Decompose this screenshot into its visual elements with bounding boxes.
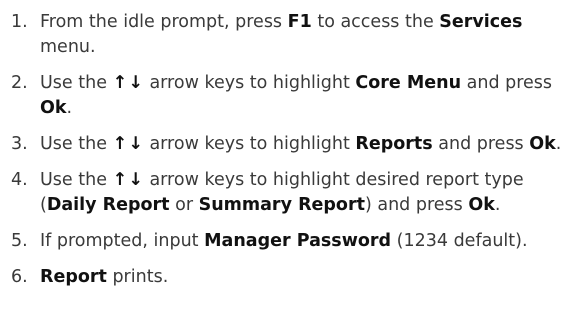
key-term: Services — [439, 12, 523, 32]
step-text: Use the ↑↓ arrow keys to highlight desir… — [40, 170, 524, 215]
step-text-run: menu. — [40, 37, 96, 57]
step-text-run: . — [494, 195, 501, 215]
step-item: 2. Use the ↑↓ arrow keys to highlight Cor… — [0, 71, 575, 121]
step-text-run: arrow keys to highlight — [143, 73, 356, 93]
step-text-run: prints. — [106, 267, 169, 287]
step-item: 1. From the idle prompt, press F1 to acce… — [0, 10, 575, 60]
step-item: 5. If prompted, input Manager Password (1… — [0, 229, 575, 254]
step-item: 6. Report prints. — [0, 265, 575, 290]
step-text-run: or — [169, 195, 199, 215]
step-text-run: (1234 default). — [391, 231, 528, 251]
step-text-run: From the idle prompt, press — [40, 12, 288, 32]
step-text: Report prints. — [40, 267, 168, 287]
step-text-run: . — [555, 134, 562, 154]
step-text: If prompted, input Manager Password (123… — [40, 231, 528, 251]
up-down-arrow-keys-icon: ↑↓ — [112, 73, 144, 93]
key-term: F1 — [287, 12, 312, 32]
step-text-run: ) and press — [364, 195, 469, 215]
step-text-run: Use the — [40, 73, 113, 93]
step-item: 4. Use the ↑↓ arrow keys to highlight des… — [0, 168, 575, 218]
step-text: Use the ↑↓ arrow keys to highlight Repor… — [40, 134, 561, 154]
instruction-steps-list: 1. From the idle prompt, press F1 to acce… — [0, 0, 581, 290]
step-text-run: and press — [461, 73, 553, 93]
up-down-arrow-keys-icon: ↑↓ — [112, 170, 144, 190]
step-number: 3. — [11, 134, 28, 154]
up-down-arrow-keys-icon: ↑↓ — [112, 134, 144, 154]
step-text-run: arrow keys to highlight — [143, 134, 356, 154]
step-text-run: . — [66, 98, 73, 118]
step-text-run: Use the — [40, 170, 113, 190]
key-term: Daily Report — [46, 195, 170, 215]
key-term: Summary Report — [198, 195, 365, 215]
step-number: 4. — [11, 170, 28, 190]
step-text-run: and press — [432, 134, 530, 154]
step-text: From the idle prompt, press F1 to access… — [40, 12, 522, 57]
key-term: Manager Password — [204, 231, 392, 251]
step-text-run: If prompted, input — [40, 231, 205, 251]
step-number: 5. — [11, 231, 28, 251]
step-text-run: to access the — [311, 12, 440, 32]
key-term: Ok — [468, 195, 495, 215]
step-item: 3. Use the ↑↓ arrow keys to highlight Rep… — [0, 132, 575, 157]
step-text: Use the ↑↓ arrow keys to highlight Core … — [40, 73, 552, 118]
key-term: Ok — [529, 134, 556, 154]
step-text-run: Use the — [40, 134, 113, 154]
step-number: 1. — [11, 12, 28, 32]
key-term: Core Menu — [355, 73, 462, 93]
key-term: Ok — [40, 98, 67, 118]
step-number: 6. — [11, 267, 28, 287]
step-number: 2. — [11, 73, 28, 93]
key-term: Report — [40, 267, 107, 287]
key-term: Reports — [355, 134, 433, 154]
